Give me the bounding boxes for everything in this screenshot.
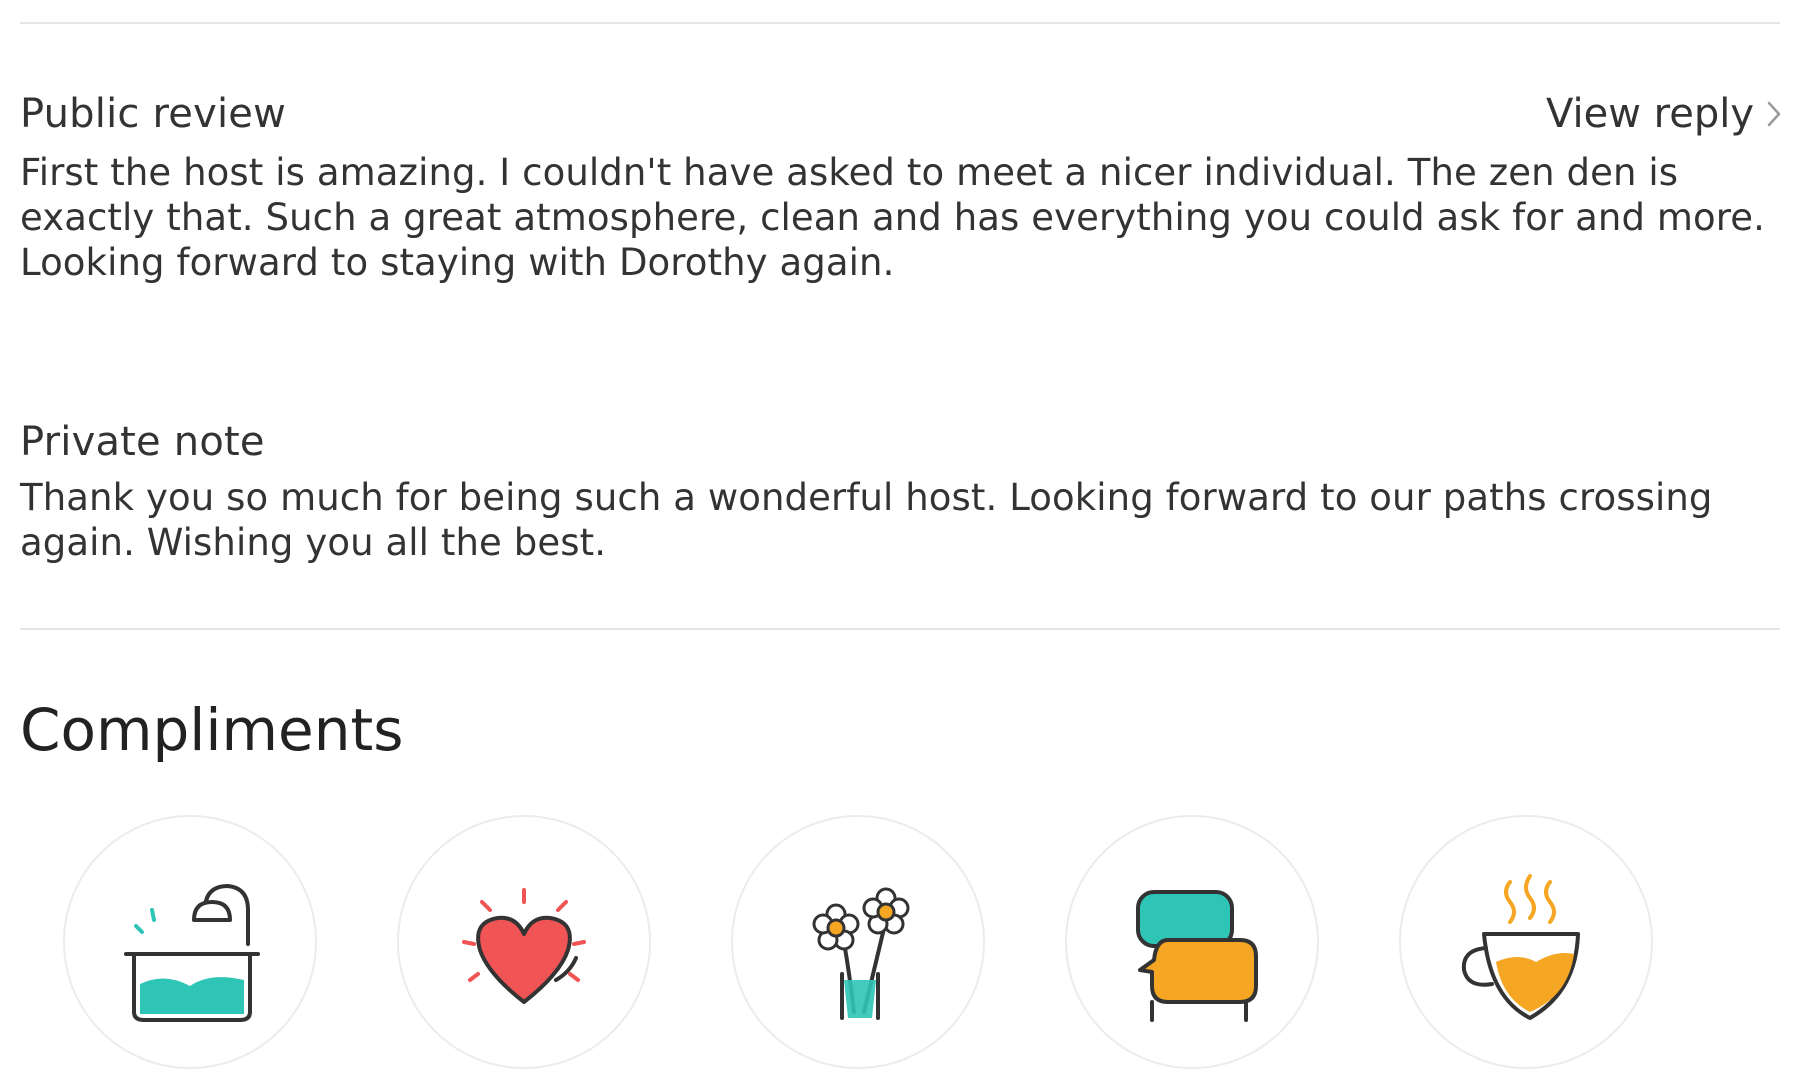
compliment-great-conversations[interactable] <box>1065 815 1319 1069</box>
view-reply-link[interactable]: View reply <box>1546 90 1782 138</box>
chevron-right-icon <box>1767 101 1781 127</box>
public-review-label: Public review <box>20 91 286 137</box>
top-divider <box>20 22 1780 24</box>
public-review-text: First the host is amazing. I couldn't ha… <box>20 151 1765 284</box>
private-note-text: Thank you so much for being such a wonde… <box>20 476 1713 564</box>
heart-icon <box>462 888 586 1004</box>
compliment-thoughtful-touches[interactable] <box>731 815 985 1069</box>
tea-cup-icon <box>1461 874 1580 1020</box>
section-divider <box>20 628 1780 630</box>
compliment-amazing-hospitality[interactable] <box>397 815 651 1069</box>
speech-bubbles-icon <box>1136 890 1258 1022</box>
flowers-icon <box>812 887 910 1020</box>
private-note-label: Private note <box>20 419 265 465</box>
view-reply-label[interactable]: View reply <box>1546 91 1754 137</box>
compliment-great-amenities[interactable] <box>1399 815 1653 1069</box>
compliment-spotless[interactable] <box>63 815 317 1069</box>
bathtub-icon <box>124 883 260 1022</box>
compliments-heading: Compliments <box>20 696 404 764</box>
